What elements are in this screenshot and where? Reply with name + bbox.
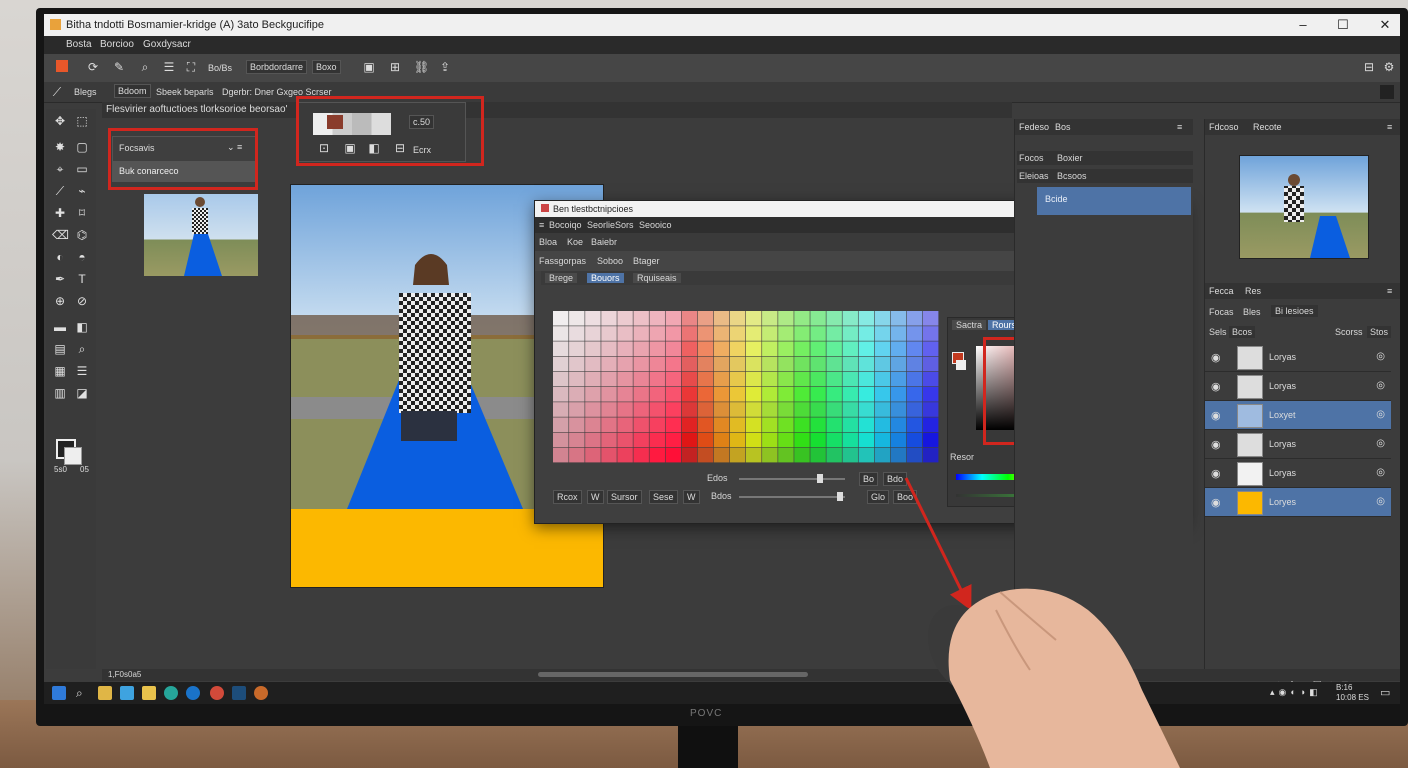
navigator-menu-icon[interactable]: ≡ <box>1387 119 1392 135</box>
layer-list: ◉ Loryas ◎ ◉ Loryas ◎ ◉ Loxyet ◎ ◉ Loryas ◎ ◉ Loryas ◎… <box>1205 343 1400 523</box>
layer-thumbnail <box>1237 462 1263 486</box>
eye-icon[interactable]: ◉ <box>1211 380 1221 393</box>
properties-row-1: Focos Boxier <box>1017 151 1193 165</box>
layer-name: Loryas <box>1269 468 1297 478</box>
layer-row[interactable]: ◉ Loryas ◎ <box>1205 459 1391 488</box>
eye-icon[interactable]: ◉ <box>1211 467 1221 480</box>
taskbar: ⌕ ▴◉◐◑◧ B:16 10:08 ES ▭ <box>44 682 1400 704</box>
properties-row-2: Eleioas Bcsoos <box>1017 169 1193 183</box>
opacity-value[interactable]: Bcos <box>1229 326 1256 338</box>
layer-thumbnail <box>1237 375 1263 399</box>
properties-tab-1[interactable]: Fedeso <box>1019 119 1049 135</box>
blend-mode[interactable]: Bles <box>1243 307 1261 317</box>
file-explorer-icon[interactable] <box>98 686 112 700</box>
layers-tab-1[interactable]: Fecca <box>1209 283 1234 299</box>
layer-thumbnail <box>1237 346 1263 370</box>
fill-label: Scorss <box>1335 327 1363 337</box>
monitor-brand: POVC <box>690 708 723 719</box>
blend-row: Focas Bles Bi lesioes <box>1205 305 1400 319</box>
chrome-icon[interactable] <box>210 686 224 700</box>
navigator-tab-2[interactable]: Recote <box>1253 119 1282 135</box>
properties-row-1-label: Focos <box>1019 153 1044 163</box>
eye-icon[interactable]: ◉ <box>1211 438 1221 451</box>
properties-selected-item[interactable]: Bcide <box>1037 187 1191 215</box>
navigator-figure <box>1284 174 1350 258</box>
opacity-label: Sels <box>1209 327 1227 337</box>
layer-row[interactable]: ◉ Loryes ◎ <box>1205 488 1391 517</box>
properties-header: Fedeso Bos ≡ <box>1015 119 1193 135</box>
edge-icon[interactable] <box>186 686 200 700</box>
properties-tab-2[interactable]: Bos <box>1055 119 1071 135</box>
layer-row[interactable]: ◉ Loryas ◎ <box>1205 430 1391 459</box>
settings-taskbar-icon[interactable] <box>254 686 268 700</box>
layer-visibility-icon[interactable]: ◎ <box>1376 380 1385 391</box>
layer-visibility-icon[interactable]: ◎ <box>1376 351 1385 362</box>
layer-row[interactable]: ◉ Loryas ◎ <box>1205 343 1391 372</box>
layer-row[interactable]: ◉ Loxyet ◎ <box>1205 401 1391 430</box>
taskbar-clock: B:16 10:08 ES <box>1336 683 1369 702</box>
start-icon[interactable] <box>52 686 66 700</box>
layer-visibility-icon[interactable]: ◎ <box>1376 409 1385 420</box>
layer-name: Loxyet <box>1269 410 1296 420</box>
blend-dropdown[interactable]: Bi lesioes <box>1271 305 1318 317</box>
layer-row[interactable]: ◉ Loryas ◎ <box>1205 372 1391 401</box>
layer-name: Loryas <box>1269 381 1297 391</box>
layer-visibility-icon[interactable]: ◎ <box>1376 467 1385 478</box>
layer-visibility-icon[interactable]: ◎ <box>1376 496 1385 507</box>
layer-name: Loryes <box>1269 497 1297 507</box>
status-zoom: 1,F0s0a5 <box>108 670 142 679</box>
properties-selected-label: Bcide <box>1045 194 1068 204</box>
screen: Bitha tndotti Bosmamier-kridge (A) 3ato … <box>44 14 1400 704</box>
blend-label: Focas <box>1209 307 1234 317</box>
annotation-arrows <box>904 219 1094 611</box>
horizontal-scrollbar[interactable] <box>538 672 808 677</box>
search-icon[interactable]: ⌕ <box>76 686 90 700</box>
mail-icon[interactable] <box>120 686 134 700</box>
eye-icon[interactable]: ◉ <box>1211 409 1221 422</box>
hand-on-mouse <box>928 588 1180 768</box>
fill-value[interactable]: Stos <box>1367 326 1392 338</box>
properties-row-2-value[interactable]: Bcsoos <box>1057 171 1087 181</box>
eye-icon[interactable]: ◉ <box>1211 496 1221 509</box>
properties-row-1-value[interactable]: Boxier <box>1057 153 1083 163</box>
properties-menu-icon[interactable]: ≡ <box>1177 119 1182 135</box>
layer-thumbnail <box>1237 433 1263 457</box>
properties-row-2-label: Eleioas <box>1019 171 1049 181</box>
hand-shape <box>948 588 1180 768</box>
folder-icon[interactable] <box>142 686 156 700</box>
monitor-stand <box>678 726 738 768</box>
browser-icon[interactable] <box>164 686 178 700</box>
status-bar: 1,F0s0a5 <box>102 669 1400 681</box>
layers-tab-2[interactable]: Res <box>1245 283 1261 299</box>
navigator-tab-1[interactable]: Fdcoso <box>1209 119 1239 135</box>
layer-thumbnail <box>1237 491 1263 515</box>
layer-name: Loryas <box>1269 439 1297 449</box>
eye-icon[interactable]: ◉ <box>1211 351 1221 364</box>
layers-panel: Fdcoso Recote ≡ Fecca Res ≡ Focas Bles B… <box>1204 119 1400 683</box>
navigator-header: Fdcoso Recote ≡ <box>1205 119 1400 135</box>
layer-visibility-icon[interactable]: ◎ <box>1376 438 1385 449</box>
photoshop-taskbar-icon[interactable] <box>232 686 246 700</box>
tray-icons[interactable]: ▴◉◐◑◧ <box>1270 687 1322 698</box>
layer-name: Loryas <box>1269 352 1297 362</box>
notification-icon[interactable]: ▭ <box>1380 686 1390 699</box>
layers-header: Fecca Res ≡ <box>1205 283 1400 299</box>
opacity-row: Sels Bcos Scorss Stos <box>1205 325 1400 339</box>
layers-menu-icon[interactable]: ≡ <box>1387 283 1392 299</box>
navigator-preview[interactable] <box>1239 155 1369 259</box>
layer-thumbnail <box>1237 404 1263 428</box>
